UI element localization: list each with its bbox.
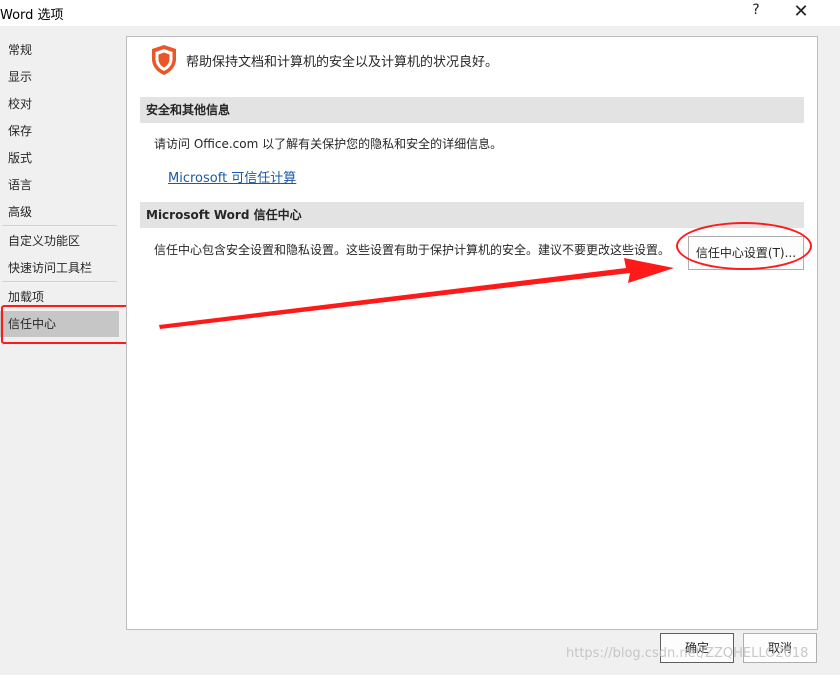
trustworthy-computing-link[interactable]: Microsoft 可信任计算	[168, 167, 296, 186]
sidebar-item-advanced[interactable]: 高级	[0, 199, 119, 225]
annotation-highlight-box	[1, 305, 140, 344]
security-info-text: 请访问 Office.com 以了解有关保护您的隐私和安全的详细信息。	[154, 137, 503, 151]
window-title: Word 选项	[0, 8, 64, 23]
help-button[interactable]: ?	[748, 2, 764, 22]
annotation-arrow	[159, 258, 674, 329]
section-title-trust-center: Microsoft Word 信任中心	[140, 202, 804, 228]
sidebar-item-quick-access-toolbar[interactable]: 快速访问工具栏	[0, 255, 119, 281]
annotation-highlight-ellipse	[676, 222, 812, 270]
sidebar-item-general[interactable]: 常规	[0, 37, 119, 63]
sidebar-divider	[2, 225, 117, 226]
shield-icon	[152, 45, 176, 75]
section-title-security: 安全和其他信息	[140, 97, 804, 123]
sidebar-divider	[2, 281, 117, 282]
sidebar-item-customize-ribbon[interactable]: 自定义功能区	[0, 228, 119, 254]
sidebar-item-display[interactable]: 显示	[0, 64, 119, 90]
watermark-text: https://blog.csdn.net/ZZQHELLO2018	[566, 646, 809, 661]
title-bar: Word 选项 ? ✕	[0, 0, 840, 26]
close-button[interactable]: ✕	[788, 0, 814, 24]
sidebar-item-language[interactable]: 语言	[0, 172, 119, 198]
page-header-text: 帮助保持文档和计算机的安全以及计算机的状况良好。	[186, 55, 499, 70]
sidebar-item-typography[interactable]: 版式	[0, 145, 119, 171]
sidebar-item-proofing[interactable]: 校对	[0, 91, 119, 117]
sidebar-item-save[interactable]: 保存	[0, 118, 119, 144]
